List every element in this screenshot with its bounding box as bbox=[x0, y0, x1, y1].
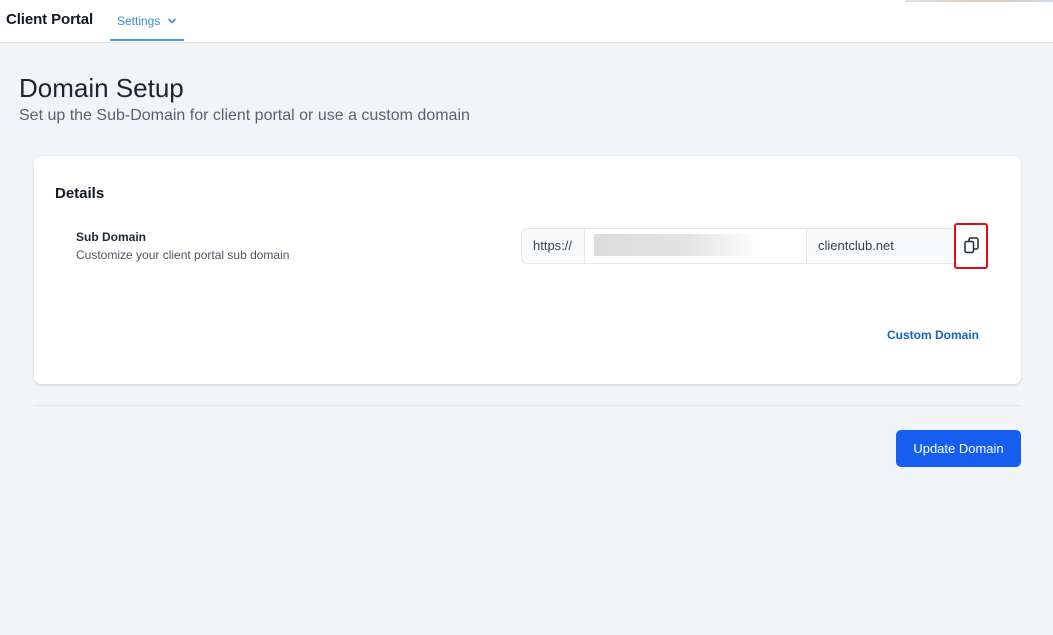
chevron-down-icon bbox=[167, 14, 177, 26]
app-title: Client Portal bbox=[6, 11, 94, 28]
sub-domain-input-group: https:// clientclub.net bbox=[521, 228, 984, 264]
page-title: Domain Setup bbox=[19, 73, 184, 103]
custom-domain-link[interactable]: Custom Domain bbox=[887, 328, 979, 342]
page-subtitle: Set up the Sub-Domain for client portal … bbox=[19, 107, 470, 124]
top-navigation-bar: Client Portal Settings bbox=[0, 0, 1053, 43]
divider bbox=[34, 405, 1021, 406]
url-prefix: https:// bbox=[522, 229, 585, 263]
details-card: Details Sub Domain Customize your client… bbox=[34, 156, 1021, 384]
tab-settings[interactable]: Settings bbox=[110, 0, 184, 41]
sub-domain-input[interactable] bbox=[585, 229, 807, 263]
tab-settings-label: Settings bbox=[117, 14, 161, 28]
domain-suffix: clientclub.net bbox=[818, 238, 894, 253]
sub-domain-help-text: Customize your client portal sub domain bbox=[76, 248, 290, 262]
sub-domain-label: Sub Domain bbox=[76, 230, 147, 244]
update-domain-button[interactable]: Update Domain bbox=[896, 430, 1021, 467]
copy-button[interactable] bbox=[954, 223, 988, 269]
card-heading: Details bbox=[55, 185, 105, 202]
header-accent-line bbox=[905, 0, 1053, 2]
